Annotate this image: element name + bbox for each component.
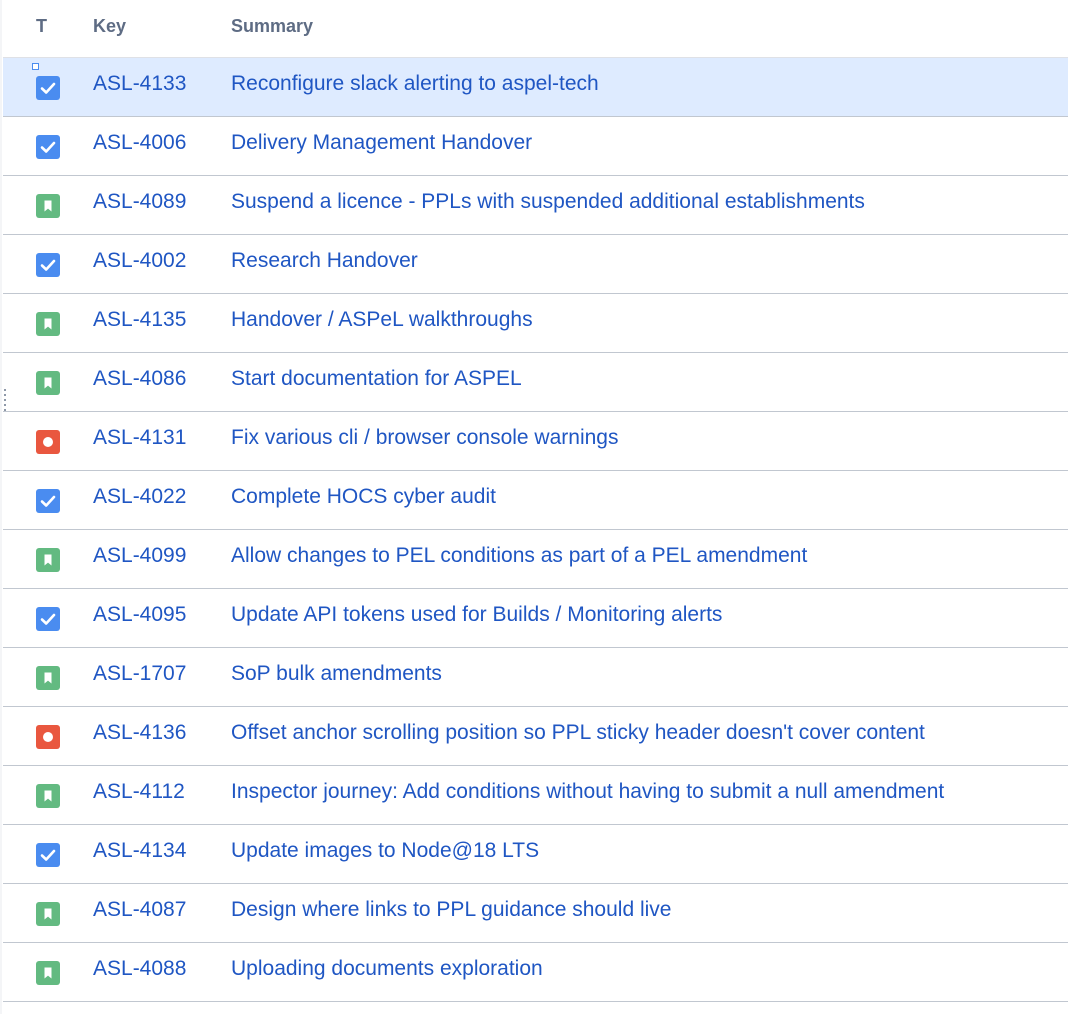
table-row[interactable]: ASL-4087 Design where links to PPL guidan… [3, 884, 1068, 943]
issue-key-link[interactable]: ASL-4095 [93, 603, 186, 627]
issue-summary-link[interactable]: Reconfigure slack alerting to aspel-tech [231, 72, 599, 96]
story-icon [36, 902, 60, 926]
table-row[interactable]: ASL-4095 Update API tokens used for Build… [3, 589, 1068, 648]
table-header: T Key Summary [3, 0, 1068, 58]
issue-summary-link[interactable]: SoP bulk amendments [231, 662, 442, 686]
table-row[interactable]: ASL-4006 Delivery Management Handover [3, 117, 1068, 176]
issue-key-link[interactable]: ASL-4086 [93, 367, 186, 391]
row-focus-marker [32, 63, 39, 70]
issue-summary-link[interactable]: Suspend a licence - PPLs with suspended … [231, 190, 865, 214]
table-row[interactable]: ASL-4088 Uploading documents exploration [3, 943, 1068, 1002]
issue-key-link[interactable]: ASL-4112 [93, 780, 185, 804]
table-row[interactable]: ASL-4022 Complete HOCS cyber audit [3, 471, 1068, 530]
task-icon [36, 253, 60, 277]
story-icon [36, 371, 60, 395]
issue-summary-link[interactable]: Complete HOCS cyber audit [231, 485, 496, 509]
issue-key-link[interactable]: ASL-4087 [93, 898, 186, 922]
table-row[interactable]: ASL-4089 Suspend a licence - PPLs with su… [3, 176, 1068, 235]
story-icon [36, 961, 60, 985]
issue-summary-link[interactable]: Uploading documents exploration [231, 957, 543, 981]
table-body: ASL-4133 Reconfigure slack alerting to as… [3, 58, 1068, 1002]
issue-summary-link[interactable]: Offset anchor scrolling position so PPL … [231, 721, 925, 745]
task-icon [36, 135, 60, 159]
issue-key-link[interactable]: ASL-4002 [93, 249, 186, 273]
task-icon [36, 489, 60, 513]
issue-key-link[interactable]: ASL-4134 [93, 839, 186, 863]
issue-summary-link[interactable]: Allow changes to PEL conditions as part … [231, 544, 807, 568]
column-header-summary[interactable]: Summary [231, 16, 313, 37]
issue-summary-link[interactable]: Delivery Management Handover [231, 131, 532, 155]
bug-icon [36, 430, 60, 454]
issue-key-link[interactable]: ASL-4089 [93, 190, 186, 214]
task-icon [36, 76, 60, 100]
table-row[interactable]: ASL-4135 Handover / ASPeL walkthroughs [3, 294, 1068, 353]
column-header-key[interactable]: Key [93, 16, 126, 37]
issue-summary-link[interactable]: Handover / ASPeL walkthroughs [231, 308, 533, 332]
issue-summary-link[interactable]: Start documentation for ASPEL [231, 367, 522, 391]
table-row[interactable]: ASL-4002 Research Handover [3, 235, 1068, 294]
issue-summary-link[interactable]: Update API tokens used for Builds / Moni… [231, 603, 722, 627]
issue-key-link[interactable]: ASL-4135 [93, 308, 186, 332]
issue-key-link[interactable]: ASL-4133 [93, 72, 186, 96]
issue-key-link[interactable]: ASL-1707 [93, 662, 186, 686]
table-row[interactable]: ASL-4131 Fix various cli / browser consol… [3, 412, 1068, 471]
story-icon [36, 666, 60, 690]
column-header-type[interactable]: T [36, 16, 47, 37]
task-icon [36, 843, 60, 867]
table-row[interactable]: ASL-4112 Inspector journey: Add condition… [3, 766, 1068, 825]
issue-summary-link[interactable]: Inspector journey: Add conditions withou… [231, 780, 944, 804]
issue-key-link[interactable]: ASL-4022 [93, 485, 186, 509]
story-icon [36, 312, 60, 336]
issue-summary-link[interactable]: Update images to Node@18 LTS [231, 839, 539, 863]
table-row[interactable]: ASL-4086 Start documentation for ASPEL [3, 353, 1068, 412]
bug-icon [36, 725, 60, 749]
issue-summary-link[interactable]: Design where links to PPL guidance shoul… [231, 898, 671, 922]
issue-table: T Key Summary ASL-4133 Reconfigure slack … [3, 0, 1068, 1002]
issue-summary-link[interactable]: Research Handover [231, 249, 418, 273]
issue-key-link[interactable]: ASL-4136 [93, 721, 186, 745]
table-row[interactable]: ASL-4133 Reconfigure slack alerting to as… [3, 58, 1068, 117]
issue-key-link[interactable]: ASL-4088 [93, 957, 186, 981]
table-row[interactable]: ASL-1707 SoP bulk amendments [3, 648, 1068, 707]
table-row[interactable]: ASL-4136 Offset anchor scrolling position… [3, 707, 1068, 766]
issue-summary-link[interactable]: Fix various cli / browser console warnin… [231, 426, 618, 450]
issue-key-link[interactable]: ASL-4131 [93, 426, 186, 450]
table-row[interactable]: ASL-4134 Update images to Node@18 LTS [3, 825, 1068, 884]
story-icon [36, 194, 60, 218]
story-icon [36, 784, 60, 808]
issue-key-link[interactable]: ASL-4006 [93, 131, 186, 155]
story-icon [36, 548, 60, 572]
table-left-edge [0, 0, 2, 1014]
task-icon [36, 607, 60, 631]
issue-key-link[interactable]: ASL-4099 [93, 544, 186, 568]
table-row[interactable]: ASL-4099 Allow changes to PEL conditions … [3, 530, 1068, 589]
